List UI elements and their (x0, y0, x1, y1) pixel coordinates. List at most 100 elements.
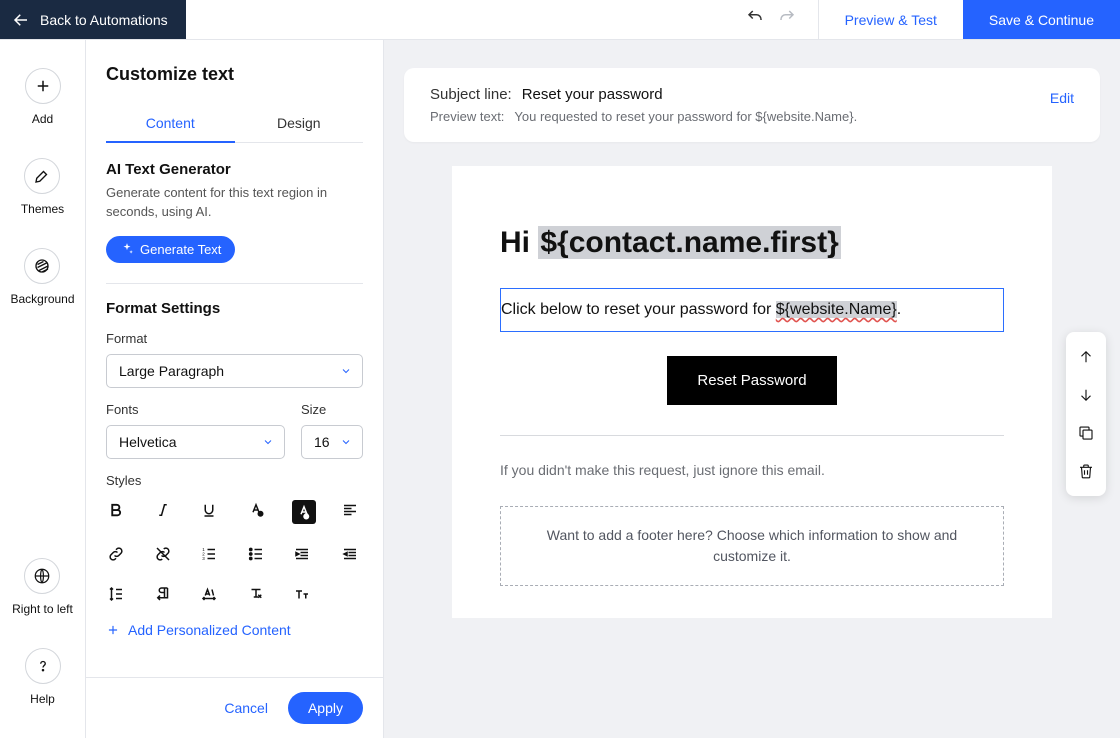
add-personalized-label: Add Personalized Content (128, 622, 291, 638)
rail-item-help[interactable]: Help (25, 648, 61, 706)
body-suffix: . (897, 301, 901, 318)
generate-text-label: Generate Text (140, 242, 221, 257)
text-color-button[interactable] (246, 500, 266, 520)
line-height-button[interactable] (106, 584, 126, 604)
outdent-button[interactable] (340, 544, 360, 564)
undo-redo-group (724, 0, 818, 39)
rail-item-background[interactable]: Background (10, 248, 74, 306)
size-select-value: 16 (314, 434, 330, 450)
styles-grid: 123 (106, 500, 363, 604)
format-select-value: Large Paragraph (119, 363, 224, 379)
svg-text:3: 3 (202, 556, 205, 561)
email-greeting[interactable]: Hi ${contact.name.first} (500, 226, 1004, 260)
body-prefix: Click below to reset your password for (501, 301, 776, 318)
chevron-down-icon (340, 365, 352, 377)
customize-text-panel: Customize text Content Design AI Text Ge… (86, 40, 384, 738)
align-left-button[interactable] (340, 500, 360, 520)
email-divider (500, 435, 1004, 436)
duplicate-button[interactable] (1066, 414, 1106, 452)
rail-label-background: Background (10, 292, 74, 306)
rail-item-rtl[interactable]: Right to left (12, 558, 73, 616)
arrow-left-icon (12, 11, 30, 29)
cancel-button[interactable]: Cancel (224, 700, 268, 716)
bold-button[interactable] (106, 500, 126, 520)
back-label: Back to Automations (40, 12, 168, 28)
selected-text-block[interactable]: Click below to reset your password for $… (500, 288, 1004, 332)
email-preview-card[interactable]: Hi ${contact.name.first} Click below to … (452, 166, 1052, 618)
underline-button[interactable] (199, 500, 219, 520)
preview-text-value: You requested to reset your password for… (514, 109, 857, 124)
back-to-automations-button[interactable]: Back to Automations (0, 0, 186, 39)
preview-text-label: Preview text: (430, 109, 504, 124)
add-personalized-content-button[interactable]: Add Personalized Content (106, 622, 363, 638)
size-label: Size (301, 402, 363, 417)
redo-button[interactable] (778, 8, 796, 31)
ai-heading: AI Text Generator (106, 161, 363, 178)
italic-button[interactable] (153, 500, 173, 520)
tab-design[interactable]: Design (235, 105, 364, 142)
unlink-button[interactable] (153, 544, 173, 564)
preview-and-test-button[interactable]: Preview & Test (818, 0, 963, 39)
canvas-area: Subject line: Reset your password Previe… (384, 40, 1120, 738)
delete-button[interactable] (1066, 452, 1106, 490)
rail-label-rtl: Right to left (12, 602, 73, 616)
rail-item-add[interactable]: Add (25, 68, 61, 126)
rail-item-themes[interactable]: Themes (21, 158, 64, 216)
subject-line-value: Reset your password (522, 86, 663, 103)
text-transform-button[interactable] (292, 584, 312, 604)
highlight-color-button[interactable] (292, 500, 316, 524)
reset-body-text[interactable]: Click below to reset your password for $… (501, 301, 1003, 319)
link-button[interactable] (106, 544, 126, 564)
greeting-variable: ${contact.name.first} (538, 226, 840, 259)
chevron-down-icon (262, 436, 274, 448)
save-and-continue-button[interactable]: Save & Continue (963, 0, 1120, 39)
rail-label-add: Add (32, 112, 53, 126)
ai-description: Generate content for this text region in… (106, 184, 363, 222)
floating-toolbar (1066, 332, 1106, 496)
ordered-list-button[interactable]: 123 (199, 544, 219, 564)
ignore-text[interactable]: If you didn't make this request, just ig… (500, 462, 1004, 478)
panel-footer: Cancel Apply (86, 677, 383, 738)
body-variable: ${website.Name} (776, 301, 897, 318)
move-up-button[interactable] (1066, 338, 1106, 376)
greeting-prefix: Hi (500, 226, 538, 259)
apply-button[interactable]: Apply (288, 692, 363, 724)
subject-card: Subject line: Reset your password Previe… (404, 68, 1100, 142)
letter-spacing-button[interactable] (199, 584, 219, 604)
hatch-icon (33, 257, 51, 275)
globe-icon (33, 567, 51, 585)
panel-tabs: Content Design (106, 105, 363, 143)
format-label: Format (106, 331, 363, 346)
indent-button[interactable] (292, 544, 312, 564)
topbar-spacer (186, 0, 724, 39)
top-bar: Back to Automations Preview & Test Save … (0, 0, 1120, 40)
subject-line-label: Subject line: (430, 86, 512, 103)
unordered-list-button[interactable] (246, 544, 266, 564)
styles-label: Styles (106, 473, 363, 488)
fonts-select[interactable]: Helvetica (106, 425, 285, 459)
text-direction-button[interactable] (153, 584, 173, 604)
rail-label-help: Help (30, 692, 55, 706)
brush-icon (33, 167, 51, 185)
plus-icon (34, 77, 52, 95)
edit-subject-button[interactable]: Edit (1050, 86, 1074, 106)
format-settings-heading: Format Settings (106, 300, 363, 317)
reset-password-button[interactable]: Reset Password (667, 356, 836, 405)
footer-placeholder[interactable]: Want to add a footer here? Choose which … (500, 506, 1004, 586)
fonts-select-value: Helvetica (119, 434, 177, 450)
left-rail: Add Themes Background Right to left Help (0, 40, 86, 738)
clear-format-button[interactable] (246, 584, 266, 604)
plus-icon (106, 623, 120, 637)
rail-label-themes: Themes (21, 202, 64, 216)
panel-divider (106, 283, 363, 284)
undo-button[interactable] (746, 8, 764, 31)
chevron-down-icon (340, 436, 352, 448)
move-down-button[interactable] (1066, 376, 1106, 414)
tab-content[interactable]: Content (106, 105, 235, 143)
format-select[interactable]: Large Paragraph (106, 354, 363, 388)
size-select[interactable]: 16 (301, 425, 363, 459)
fonts-label: Fonts (106, 402, 285, 417)
generate-text-button[interactable]: Generate Text (106, 236, 235, 263)
question-icon (34, 657, 52, 675)
panel-title: Customize text (106, 64, 363, 85)
